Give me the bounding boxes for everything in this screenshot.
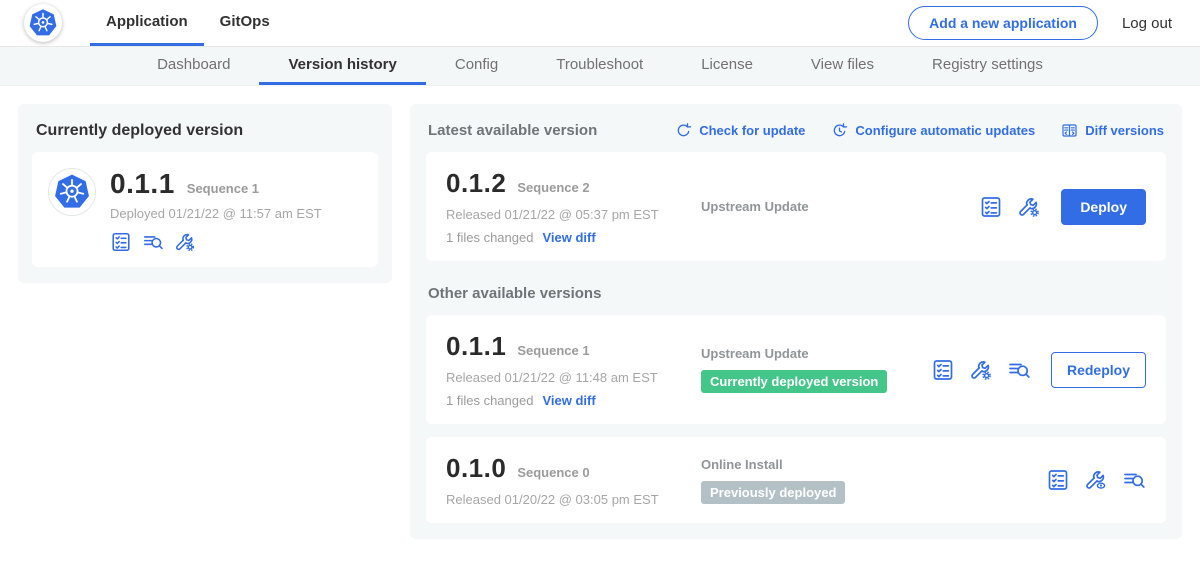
config-icon[interactable] <box>1017 195 1041 219</box>
configure-automatic-updates-link[interactable]: Configure automatic updates <box>831 122 1035 139</box>
released-timestamp: Released 01/21/22 @ 11:48 am EST <box>446 370 701 385</box>
version-number: 0.1.0 <box>446 453 506 484</box>
version-source-label: Upstream Update <box>701 346 931 361</box>
sequence-label: Sequence 0 <box>517 465 589 480</box>
diff-panels-icon <box>1061 122 1078 139</box>
subnav-dashboard[interactable]: Dashboard <box>128 47 259 85</box>
app-header: Application GitOps Add a new application… <box>0 0 1200 47</box>
tab-gitops[interactable]: GitOps <box>204 0 286 46</box>
deployed-version-number: 0.1.1 <box>110 168 175 200</box>
latest-available-title: Latest available version <box>428 122 597 139</box>
version-row-0-1-0: 0.1.0 Sequence 0 Released 01/20/22 @ 03:… <box>426 437 1166 523</box>
files-changed-label: 1 files changed <box>446 230 533 245</box>
deploy-logs-icon[interactable] <box>1122 468 1146 492</box>
released-timestamp: Released 01/20/22 @ 03:05 pm EST <box>446 492 701 507</box>
files-changed-label: 1 files changed <box>446 393 533 408</box>
deploy-logs-icon[interactable] <box>142 231 164 253</box>
preflight-checks-icon[interactable] <box>1046 468 1070 492</box>
deployed-version-card: 0.1.1 Sequence 1 Deployed 01/21/22 @ 11:… <box>32 152 378 267</box>
subnav-license[interactable]: License <box>672 47 782 85</box>
check-for-update-label: Check for update <box>699 123 805 138</box>
sequence-label: Sequence 1 <box>517 343 589 358</box>
subnav-version-history[interactable]: Version history <box>259 47 425 85</box>
config-icon[interactable] <box>969 358 993 382</box>
deployed-timestamp: Deployed 01/21/22 @ 11:57 am EST <box>110 206 322 221</box>
app-subnav: Dashboard Version history Config Trouble… <box>0 47 1200 86</box>
main-content: Currently deployed version 0.1.1 Sequenc… <box>0 86 1200 557</box>
configure-automatic-updates-label: Configure automatic updates <box>855 123 1035 138</box>
config-icon[interactable] <box>174 231 196 253</box>
subnav-view-files[interactable]: View files <box>782 47 903 85</box>
deploy-button[interactable]: Deploy <box>1061 189 1146 225</box>
version-row-0-1-2: 0.1.2 Sequence 2 Released 01/21/22 @ 05:… <box>426 152 1166 261</box>
version-history-panel: Latest available version Check for updat… <box>410 104 1182 539</box>
redeploy-button[interactable]: Redeploy <box>1051 352 1146 388</box>
currently-deployed-panel: Currently deployed version 0.1.1 Sequenc… <box>18 104 392 283</box>
tab-application[interactable]: Application <box>90 0 204 46</box>
logout-button[interactable]: Log out <box>1122 15 1172 32</box>
deployed-sequence-label: Sequence 1 <box>187 181 259 196</box>
currently-deployed-title: Currently deployed version <box>32 118 378 140</box>
other-available-title: Other available versions <box>428 285 1164 302</box>
preflight-checks-icon[interactable] <box>931 358 955 382</box>
version-source-label: Upstream Update <box>701 199 979 214</box>
view-diff-link[interactable]: View diff <box>542 393 595 408</box>
config-view-icon[interactable] <box>1084 468 1108 492</box>
diff-versions-label: Diff versions <box>1085 123 1164 138</box>
check-for-update-link[interactable]: Check for update <box>675 122 805 139</box>
subnav-registry-settings[interactable]: Registry settings <box>903 47 1072 85</box>
tab-gitops-label: GitOps <box>220 13 270 30</box>
refresh-clock-icon <box>831 122 848 139</box>
released-timestamp: Released 01/21/22 @ 05:37 pm EST <box>446 207 701 222</box>
sequence-label: Sequence 2 <box>517 180 589 195</box>
version-source-label: Online Install <box>701 457 1046 472</box>
subnav-config[interactable]: Config <box>426 47 527 85</box>
refresh-icon <box>675 122 692 139</box>
version-number: 0.1.1 <box>446 331 506 362</box>
tab-application-label: Application <box>106 13 188 30</box>
version-row-0-1-1: 0.1.1 Sequence 1 Released 01/21/22 @ 11:… <box>426 315 1166 424</box>
view-diff-link[interactable]: View diff <box>542 230 595 245</box>
deploy-logs-icon[interactable] <box>1007 358 1031 382</box>
diff-versions-link[interactable]: Diff versions <box>1061 122 1164 139</box>
subnav-troubleshoot[interactable]: Troubleshoot <box>527 47 672 85</box>
preflight-checks-icon[interactable] <box>110 231 132 253</box>
add-application-button[interactable]: Add a new application <box>908 6 1098 40</box>
app-icon <box>48 168 96 216</box>
previously-deployed-badge: Previously deployed <box>701 481 845 504</box>
header-right: Add a new application Log out <box>908 0 1172 46</box>
kubernetes-logo-icon <box>24 4 62 42</box>
version-number: 0.1.2 <box>446 168 506 199</box>
currently-deployed-badge: Currently deployed version <box>701 370 887 393</box>
preflight-checks-icon[interactable] <box>979 195 1003 219</box>
